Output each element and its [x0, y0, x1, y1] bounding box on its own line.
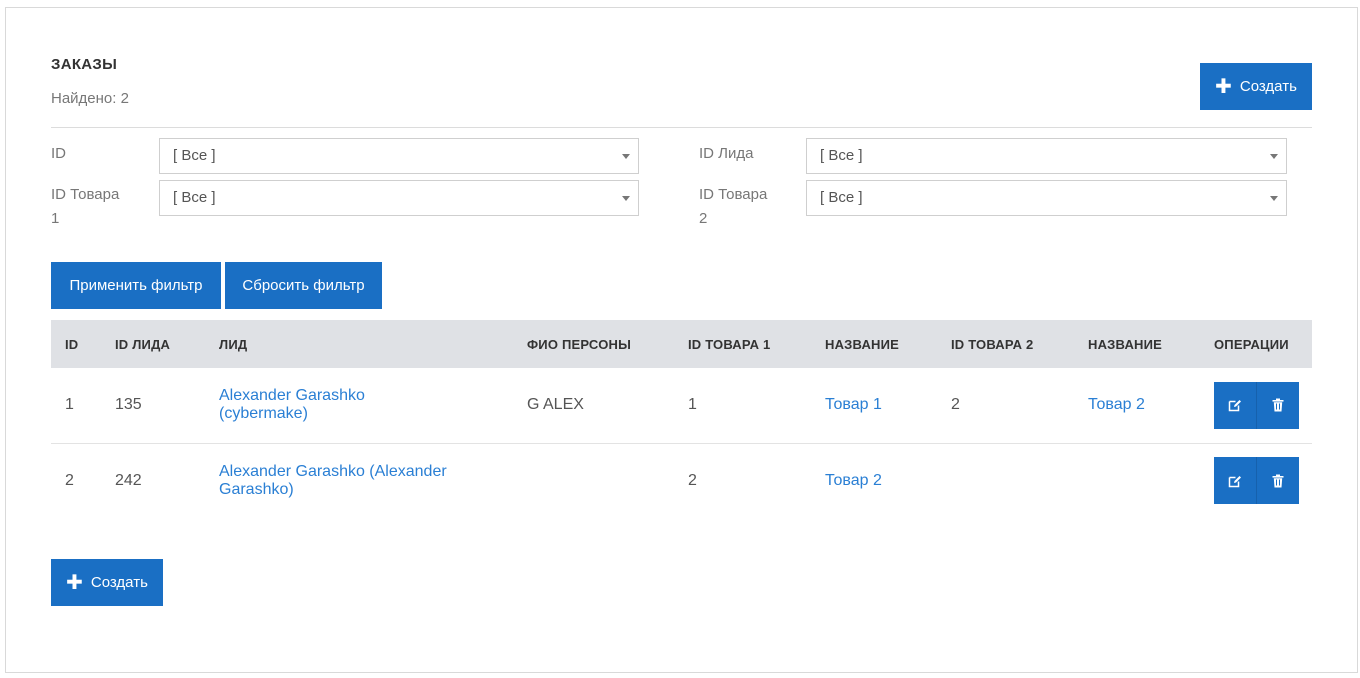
operations-group — [1214, 457, 1299, 505]
orders-panel: ЗАКАЗЫ Найдено: 2 ✚ Создать ID [ Все ] I… — [5, 7, 1358, 673]
product1-link[interactable]: Товар 2 — [825, 472, 882, 489]
lead-link[interactable]: Alexander Garashko (cybermake) — [219, 387, 365, 422]
filter-select-product2-id-value: [ Все ] — [820, 189, 863, 206]
create-button-top[interactable]: ✚ Создать — [1200, 63, 1312, 110]
cell-lead: Alexander Garashko (cybermake) — [219, 368, 527, 443]
plus-icon: ✚ — [66, 571, 83, 594]
column-header-product1-id: ID ТОВАРА 1 — [688, 336, 771, 352]
column-header-lead: ЛИД — [219, 336, 248, 352]
found-count: Найдено: 2 — [51, 90, 129, 107]
product2-link[interactable]: Товар 2 — [1088, 396, 1145, 413]
orders-table: ID ID ЛИДА ЛИД ФИО ПЕРСОНЫ ID ТОВАРА 1 Н… — [51, 320, 1312, 518]
column-header-product1-name: НАЗВАНИЕ — [825, 336, 900, 352]
apply-filter-button[interactable]: Применить фильтр — [51, 262, 221, 309]
cell-person: G ALEX — [527, 396, 584, 414]
edit-icon — [1228, 400, 1241, 412]
trash-icon — [1272, 398, 1284, 412]
operations-group — [1214, 381, 1299, 429]
filter-label-product1-id: ID Товара 1 — [51, 186, 120, 227]
table-header-row: ID ID ЛИДА ЛИД ФИО ПЕРСОНЫ ID ТОВАРА 1 Н… — [51, 320, 1312, 368]
cell-lead: Alexander Garashko (Alexander Garashko) — [219, 443, 527, 518]
lead-link-line2: (cybermake) — [219, 405, 308, 423]
dropdown-caret-icon — [1270, 154, 1278, 159]
divider — [51, 127, 1312, 128]
create-button-bottom[interactable]: ✚ Создать — [51, 559, 163, 606]
cell-product1-id: 1 — [688, 396, 697, 414]
orders-content: ЗАКАЗЫ Найдено: 2 ✚ Создать ID [ Все ] I… — [51, 8, 1313, 672]
create-button-label: Создать — [90, 574, 148, 591]
cell-operations — [1214, 443, 1312, 518]
filter-label-lead-id: ID Лида — [699, 145, 754, 162]
filter-select-lead-id-value: [ Все ] — [820, 147, 863, 164]
column-header-lead-id: ID ЛИДА — [115, 336, 171, 352]
cell-operations — [1214, 368, 1312, 443]
plus-icon: ✚ — [1215, 75, 1232, 98]
column-header-person: ФИО ПЕРСОНЫ — [527, 336, 632, 352]
filter-select-id[interactable]: [ Все ] — [159, 138, 639, 174]
create-button-label: Создать — [1239, 78, 1297, 95]
edit-button[interactable] — [1214, 457, 1256, 505]
product1-link[interactable]: Товар 1 — [825, 396, 882, 413]
delete-button[interactable] — [1256, 457, 1299, 505]
column-header-product2-name: НАЗВАНИЕ — [1088, 336, 1163, 352]
table-row: 1 135 Alexander Garashko (cybermake) G AL… — [51, 368, 1312, 443]
column-header-operations: ОПЕРАЦИИ — [1214, 336, 1289, 352]
filter-label-product2-id: ID Товара 2 — [699, 186, 768, 227]
filter-select-id-value: [ Все ] — [173, 147, 216, 164]
lead-link-line1: Alexander Garashko (Alexander — [219, 462, 447, 480]
cell-product1-id: 2 — [688, 471, 697, 489]
cell-id: 1 — [65, 396, 74, 414]
cell-person — [527, 443, 688, 518]
filter-select-product1-id-value: [ Все ] — [173, 189, 216, 206]
filter-select-product2-id[interactable]: [ Все ] — [806, 180, 1287, 216]
column-header-id: ID — [65, 336, 79, 352]
column-header-product2-id: ID ТОВАРА 2 — [951, 336, 1034, 352]
cell-product1-name: Товар 2 — [825, 443, 951, 518]
lead-link-line1: Alexander Garashko — [219, 387, 365, 405]
dropdown-caret-icon — [622, 196, 630, 201]
filter-select-lead-id[interactable]: [ Все ] — [806, 138, 1287, 174]
dropdown-caret-icon — [622, 154, 630, 159]
lead-link[interactable]: Alexander Garashko (Alexander Garashko) — [219, 463, 447, 498]
cell-product2-name: Товар 2 — [1088, 368, 1214, 443]
cell-lead-id: 242 — [115, 471, 142, 489]
cell-id: 2 — [65, 471, 74, 489]
found-count-text: Найдено: 2 — [51, 90, 129, 107]
filter-select-product1-id[interactable]: [ Все ] — [159, 180, 639, 216]
dropdown-caret-icon — [1270, 196, 1278, 201]
lead-link-line2: Garashko) — [219, 480, 294, 498]
cell-product2-name — [1088, 443, 1214, 518]
cell-product2-id: 2 — [951, 396, 960, 414]
edit-button[interactable] — [1214, 381, 1256, 429]
trash-icon — [1272, 474, 1284, 488]
reset-filter-button[interactable]: Сбросить фильтр — [225, 262, 382, 309]
page-title: ЗАКАЗЫ — [51, 56, 118, 73]
edit-icon — [1228, 475, 1241, 487]
cell-lead-id: 135 — [115, 396, 142, 414]
cell-product1-name: Товар 1 — [825, 368, 951, 443]
cell-product2-id — [951, 443, 1088, 518]
delete-button[interactable] — [1256, 381, 1299, 429]
table-row: 2 242 Alexander Garashko (Alexander Garas… — [51, 443, 1312, 518]
filter-label-id: ID — [51, 145, 66, 162]
